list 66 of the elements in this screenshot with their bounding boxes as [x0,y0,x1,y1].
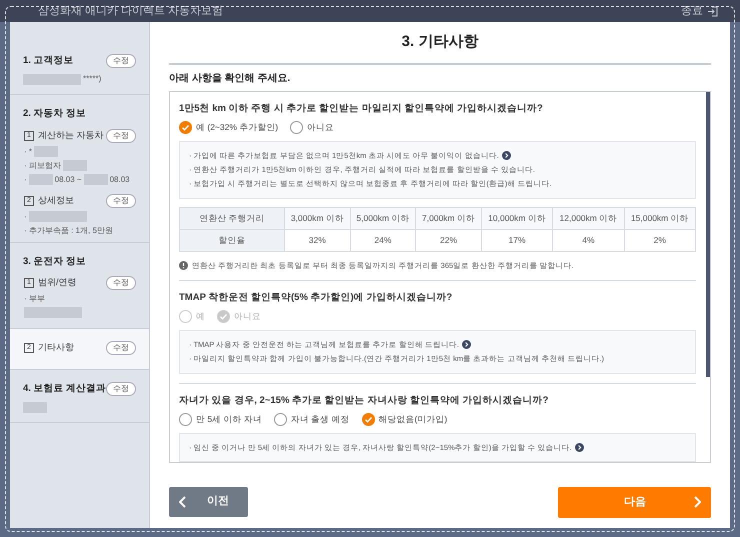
sidebar-detail: · 추가부속품 : 1개, 5만원 [24,224,113,236]
scrollbar[interactable] [706,92,710,376]
table-header: 연환산 주행거리 [180,207,284,229]
sidebar-detail: · * [24,146,32,158]
table-header: 15,000km 이하 [624,207,696,229]
section-title[interactable]: 1. 고객정보 [23,54,74,68]
section-title[interactable]: 3. 운전자 정보 [23,254,86,269]
sidebar-detail: · 부부 [24,292,45,305]
table-header: 5,000km 이하 [350,207,416,229]
empty-circle-icon[interactable] [274,412,287,426]
edit-button[interactable]: 수정 [106,194,136,208]
edit-button[interactable]: 수정 [106,128,136,142]
table-cell: 2% [624,229,696,251]
radio-option[interactable]: 아니요 [290,120,334,134]
blurred-text [28,211,87,222]
radio-option[interactable]: 만 5세 이하 자녀 [179,412,262,426]
sidebar-detail: · [24,210,27,222]
close-button[interactable]: 종료 [681,2,718,20]
table-cell: 22% [416,229,482,251]
empty-circle-icon[interactable] [290,120,304,134]
page-title: 3. 기타사항 [402,32,478,52]
table-cell: 할인율 [180,229,284,251]
table-cell: 32% [284,229,350,251]
more-info-icon[interactable] [502,150,511,160]
sidebar-detail: · 피보험자 [24,160,61,172]
empty-circle-icon[interactable] [179,412,192,426]
blurred-text [23,74,81,85]
edit-button[interactable]: 수정 [106,54,136,68]
blurred-text [23,402,47,412]
edit-button[interactable]: 수정 [106,340,136,355]
blurred-text [28,174,53,185]
table-cell: 24% [350,229,416,251]
table-header: 7,000km 이하 [416,207,482,229]
more-info-icon[interactable] [574,442,584,452]
sidebar-detail: 08.03 [110,174,130,186]
question-text: 1만5천 km 이하 주행 시 추가로 할인받는 마일리지 할인특약에 가입하시겠습니까? [179,102,544,116]
previous-button[interactable]: 이전 [169,486,248,516]
info-icon [179,260,188,270]
sidebar-detail: 08.03 ~ [54,174,82,186]
table-cell: 17% [481,229,553,251]
question-text: 자녀가 있을 경우, 2~15% 추가로 할인받는 자녀사랑 할인특약에 가입하시겠습니까? [179,394,550,408]
table-header: 12,000km 이하 [552,207,624,229]
sidebar-detail: *****) [83,73,102,86]
section-title[interactable]: 4. 보험료 계산결과 [23,382,106,396]
instruction-text: 아래 사항을 확인해 주세요. [169,72,292,86]
question-text: TMAP 착한운전 할인특약(5% 추가할인)에 가입하시겠습니까? [179,290,454,305]
table-header: 10,000km 이하 [481,207,553,229]
blurred-text [34,146,58,157]
radio-option[interactable]: 해당없음(미가입) [362,412,448,426]
radio-option[interactable]: 예 (2~32% 추가할인) [179,120,278,134]
section-title[interactable]: 2. 자동차 정보 [23,107,86,122]
table-cell: 4% [552,229,624,251]
radio-option[interactable]: 자녀 출생 예정 [274,412,350,426]
edit-button[interactable]: 수정 [106,276,136,290]
exit-icon [707,6,718,16]
chevron-right-icon [693,496,701,508]
chevron-left-icon [179,496,187,508]
check-circle-icon[interactable] [362,412,375,426]
edit-button[interactable]: 수정 [106,382,136,396]
blurred-text [62,160,87,171]
window-title: 삼성화재 애니카 다이렉트 자동차보험 [38,4,224,19]
sidebar-detail: · [24,174,27,186]
check-circle-icon[interactable] [179,120,192,134]
blurred-text [84,174,108,185]
blurred-text [24,307,82,318]
table-header: 3,000km 이하 [284,207,350,229]
